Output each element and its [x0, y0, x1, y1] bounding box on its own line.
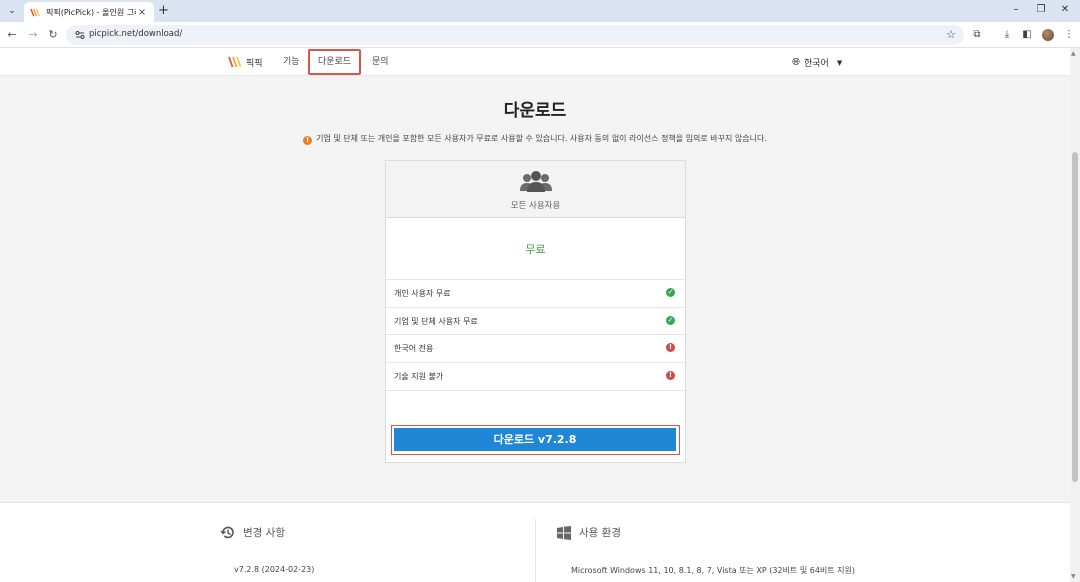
back-icon[interactable]: ← [5, 28, 19, 42]
feature-row: 개인 사용자 무료 ✓ [386, 279, 685, 307]
caret-down-icon: ▼ [836, 58, 843, 67]
environment-value: Microsoft Windows 11, 10, 8.1, 8, 7, Vis… [571, 566, 856, 575]
language-selector[interactable]: 🌐︎ 한국어 ▼ [792, 56, 842, 69]
feature-row: 한국어 전용 ! [386, 334, 685, 362]
tab-title: 픽픽(PicPick) - 올인원 그래픽 [46, 7, 136, 17]
feature-label: 한국어 전용 [394, 344, 434, 353]
side-panel-icon[interactable]: ◧ [1020, 28, 1034, 42]
bookmark-star-icon[interactable]: ☆ [946, 28, 956, 41]
feature-row: 기술 지원 불가 ! [386, 362, 685, 390]
footer-divider [535, 519, 536, 582]
forward-icon[interactable]: → [26, 28, 40, 42]
history-icon [220, 526, 234, 539]
exclamation-icon: ! [666, 343, 675, 352]
url-text: picpick.net/download/ [89, 29, 183, 39]
feature-label: 개인 사용자 무료 [394, 289, 451, 298]
address-bar[interactable]: picpick.net/download/ ☆ [66, 25, 964, 45]
downloads-icon[interactable]: ⤓ [1000, 28, 1014, 42]
exclamation-icon: ! [666, 371, 675, 380]
profile-avatar[interactable] [1042, 29, 1054, 41]
tab-close-icon[interactable]: × [136, 7, 148, 18]
card-header: 모든 사용자용 [386, 161, 685, 218]
new-tab-icon[interactable]: + [158, 4, 169, 18]
site-header: 픽픽 기능 다운로드 문의 🌐︎ 한국어 ▼ [0, 48, 1070, 76]
changelog-heading: 변경 사항 [220, 525, 285, 540]
feature-label: 기업 및 단체 사용자 무료 [394, 317, 478, 326]
scroll-down-icon[interactable]: ▼ [1071, 573, 1076, 580]
page-title: 다운로드 [503, 101, 567, 121]
nav-download[interactable]: 다운로드 [308, 49, 362, 75]
check-icon: ✓ [666, 316, 675, 325]
language-label: 한국어 [804, 59, 829, 69]
info-section: 변경 사항 v7.2.8 (2024-02-23) 사용 환경 Microsof… [0, 502, 1070, 582]
pricing-card: 모든 사용자용 무료 개인 사용자 무료 ✓ 기업 및 단체 사용자 무료 ✓ … [385, 160, 686, 463]
plan-price: 무료 [525, 243, 546, 256]
globe-icon: 🌐︎ [792, 57, 800, 68]
picpick-favicon-icon [30, 8, 40, 16]
picpick-logo-icon [228, 56, 242, 68]
notice-text: 기업 및 단체 또는 개인을 포함한 모든 사용자가 무료로 사용할 수 있습니… [316, 134, 767, 143]
plan-audience: 모든 사용자용 [510, 201, 561, 211]
scrollbar-thumb[interactable] [1072, 152, 1078, 482]
info-warning-icon: ! [303, 136, 313, 145]
nav-contact[interactable]: 문의 [372, 48, 389, 76]
feature-row: 기업 및 단체 사용자 무료 ✓ [386, 307, 685, 335]
download-button[interactable]: 다운로드 v7.2.8 [394, 428, 676, 451]
browser-tab[interactable]: 픽픽(PicPick) - 올인원 그래픽 × [24, 2, 154, 22]
browser-menu-icon[interactable]: ⋮ [1062, 28, 1076, 42]
browser-tabstrip: ⌄ 픽픽(PicPick) - 올인원 그래픽 × + – ❐ ✕ [0, 0, 1080, 22]
scroll-up-icon[interactable]: ▲ [1071, 50, 1076, 57]
reload-icon[interactable]: ↻ [46, 28, 60, 42]
window-close-icon[interactable]: ✕ [1058, 4, 1072, 15]
check-icon: ✓ [666, 288, 675, 297]
extensions-icon[interactable]: ⧉ [970, 28, 984, 42]
windows-icon [557, 525, 571, 540]
site-logo[interactable]: 픽픽 [228, 55, 263, 69]
download-button-highlight: 다운로드 v7.2.8 [391, 425, 680, 455]
logo-text: 픽픽 [246, 58, 263, 69]
environment-heading: 사용 환경 [557, 525, 621, 540]
minimize-icon[interactable]: – [1009, 4, 1023, 15]
browser-toolbar: ← → ↻ picpick.net/download/ ☆ ⧉ ⤓ ◧ ⋮ [0, 22, 1080, 48]
feature-label: 기술 지원 불가 [394, 372, 444, 381]
changelog-title: 변경 사항 [243, 527, 285, 539]
changelog-version[interactable]: v7.2.8 (2024-02-23) [234, 565, 314, 574]
users-group-icon [520, 171, 552, 192]
restore-icon[interactable]: ❐ [1034, 4, 1048, 15]
license-notice: ! 기업 및 단체 또는 개인을 포함한 모든 사용자가 무료로 사용할 수 있습… [0, 133, 1070, 145]
tab-search-icon[interactable]: ⌄ [4, 3, 20, 19]
nav-features[interactable]: 기능 [283, 48, 300, 76]
environment-title: 사용 환경 [579, 527, 621, 539]
feature-row-empty [386, 390, 685, 418]
site-info-icon[interactable] [74, 29, 86, 41]
